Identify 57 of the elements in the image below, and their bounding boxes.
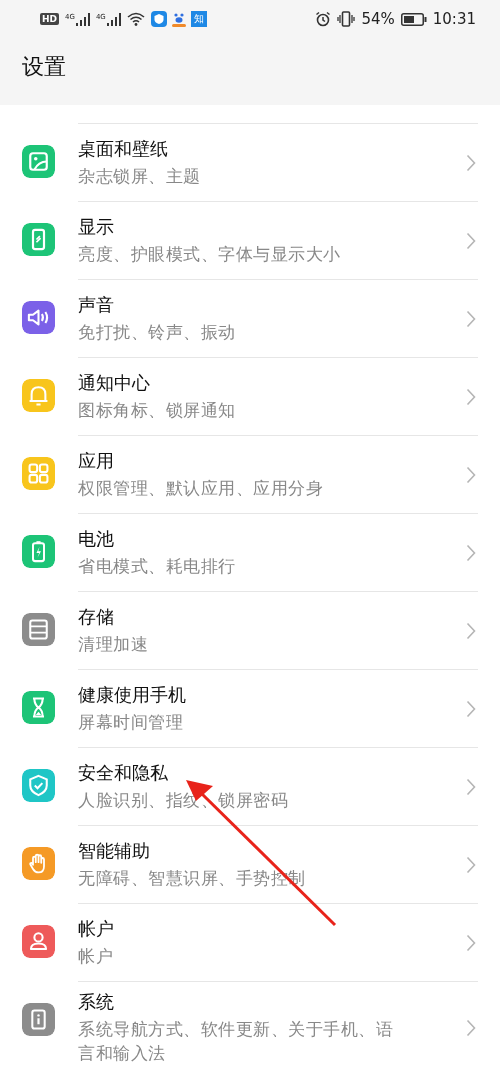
item-subtitle: 清理加速 (78, 632, 149, 656)
battery-icon (400, 12, 427, 26)
item-title: 声音 (78, 292, 115, 317)
chevron-icon (466, 699, 476, 718)
item-title: 安全和隐私 (78, 760, 169, 785)
chevron-icon (466, 621, 476, 640)
item-title: 健康使用手机 (78, 682, 187, 707)
item-subtitle: 权限管理、默认应用、应用分身 (78, 476, 324, 500)
battery-percent: 54% (361, 10, 395, 28)
settings-item[interactable]: 系统 系统导航方式、软件更新、关于手机、语言和输入法 (78, 981, 478, 1074)
wifi-icon (126, 12, 145, 26)
item-subtitle: 帐户 (78, 944, 114, 968)
chevron-icon (466, 231, 476, 250)
item-subtitle: 系统导航方式、软件更新、关于手机、语言和输入法 (78, 1018, 394, 1065)
item-subtitle: 省电模式、耗电排行 (78, 554, 237, 578)
item-title: 存储 (78, 604, 115, 629)
item-subtitle: 屏幕时间管理 (78, 710, 184, 734)
item-title: 帐户 (78, 916, 115, 941)
signal-icon (106, 12, 121, 26)
item-subtitle: 图标角标、锁屏通知 (78, 398, 237, 422)
chevron-icon (466, 855, 476, 874)
item-subtitle: 亮度、护眼模式、字体与显示大小 (78, 242, 342, 266)
item-title: 通知中心 (78, 370, 151, 395)
chevron-icon (466, 777, 476, 796)
signal-icon (75, 12, 90, 26)
paw-icon (170, 11, 187, 27)
chevron-icon (466, 933, 476, 952)
settings-item[interactable]: 电池 省电模式、耗电排行 (78, 513, 478, 591)
settings-item[interactable]: 应用 权限管理、默认应用、应用分身 (78, 435, 478, 513)
item-title: 智能辅助 (78, 838, 151, 863)
item-title: 桌面和壁纸 (78, 136, 169, 161)
clock-time: 10:31 (432, 10, 476, 28)
settings-item[interactable]: 健康使用手机 屏幕时间管理 (78, 669, 478, 747)
page-title: 设置 (21, 53, 67, 81)
settings-item[interactable]: 显示 亮度、护眼模式、字体与显示大小 (78, 201, 478, 279)
chevron-icon (466, 465, 476, 484)
settings-item[interactable]: 桌面和壁纸 杂志锁屏、主题 (78, 123, 478, 201)
alarm-icon (315, 11, 332, 27)
settings-item[interactable]: 声音 免打扰、铃声、振动 (78, 279, 478, 357)
chevron-icon (466, 387, 476, 406)
settings-item[interactable]: 存储 清理加速 (78, 591, 478, 669)
app-badge: 知 (190, 11, 207, 27)
item-subtitle: 免打扰、铃声、振动 (78, 320, 237, 344)
item-title: 显示 (78, 214, 115, 239)
item-subtitle: 杂志锁屏、主题 (78, 164, 202, 188)
chevron-icon (466, 309, 476, 328)
item-title: 电池 (78, 526, 115, 551)
chevron-icon (466, 543, 476, 562)
settings-item[interactable]: 通知中心 图标角标、锁屏通知 (78, 357, 478, 435)
hd-indicator: HD (40, 13, 59, 25)
settings-item[interactable]: 帐户 帐户 (78, 903, 478, 981)
chevron-icon (466, 153, 476, 172)
item-title: 应用 (78, 448, 115, 473)
shield-icon (150, 11, 167, 27)
chevron-icon (466, 1018, 476, 1037)
item-title: 系统 (78, 990, 115, 1014)
vibrate-icon (337, 11, 356, 27)
